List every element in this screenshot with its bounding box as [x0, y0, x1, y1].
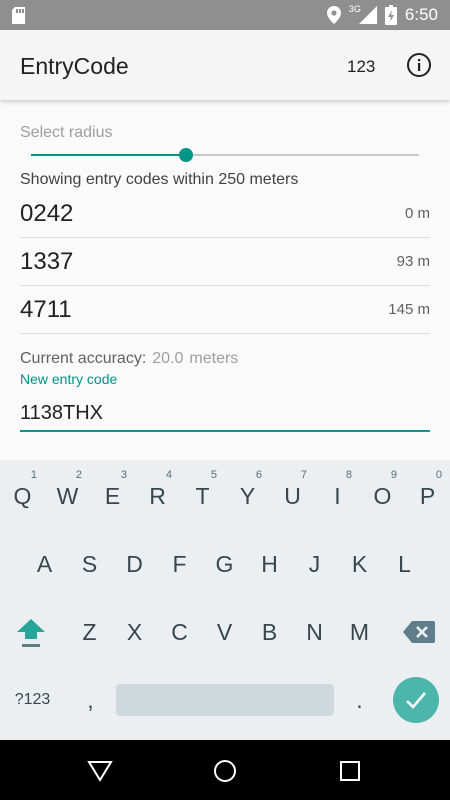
- key-s[interactable]: S: [67, 532, 112, 596]
- list-item[interactable]: 4711 145 m: [20, 286, 430, 334]
- key-a[interactable]: A: [22, 532, 67, 596]
- entry-distance: 93 m: [396, 253, 430, 270]
- shift-key[interactable]: [8, 600, 53, 664]
- key-n[interactable]: N: [292, 600, 337, 664]
- entry-code: 0242: [20, 199, 74, 227]
- recent-apps-icon[interactable]: [337, 758, 363, 784]
- key-hint: 7: [300, 469, 307, 481]
- key-hint: 4: [165, 469, 172, 481]
- location-icon: [326, 6, 341, 24]
- accuracy-unit: meters: [189, 350, 239, 367]
- slider-fill: [31, 154, 187, 156]
- key-c[interactable]: C: [157, 600, 202, 664]
- key-j[interactable]: J: [292, 532, 337, 596]
- app-bar: EntryCode 123: [0, 30, 450, 100]
- main-content: Select radius Showing entry codes within…: [0, 100, 450, 460]
- symbols-key[interactable]: ?123: [10, 668, 55, 732]
- radius-slider[interactable]: [31, 146, 419, 164]
- key-d[interactable]: D: [112, 532, 157, 596]
- app-title: EntryCode: [20, 53, 129, 79]
- entry-distance: 0 m: [404, 205, 430, 222]
- list-item[interactable]: 1337 93 m: [20, 238, 430, 286]
- key-hint: 6: [255, 469, 262, 481]
- key-u[interactable]: U7: [270, 464, 315, 528]
- key-label: T: [195, 483, 210, 509]
- entry-code-list: 0242 0 m 1337 93 m 4711 145 m: [20, 190, 430, 334]
- space-bar[interactable]: [116, 684, 334, 716]
- key-label: U: [284, 483, 301, 509]
- backspace-key[interactable]: [396, 600, 441, 664]
- key-label: P: [419, 483, 436, 509]
- status-bar: 3G 6:50: [0, 0, 450, 30]
- key-i[interactable]: I8: [315, 464, 360, 528]
- radius-label: Select radius: [20, 124, 113, 141]
- key-q[interactable]: Q1: [0, 464, 45, 528]
- new-entry-code-input[interactable]: [20, 396, 430, 432]
- key-hint: 1: [30, 469, 37, 481]
- soft-keyboard: Q1 W2 E3 R4 T5 Y6 U7 I8 O9 P0 A S D F G …: [0, 460, 450, 740]
- entry-code: 4711: [20, 295, 72, 323]
- key-f[interactable]: F: [157, 532, 202, 596]
- accuracy-readout: Current accuracy: 20.0 meters: [20, 350, 238, 368]
- key-r[interactable]: R4: [135, 464, 180, 528]
- key-x[interactable]: X: [112, 600, 157, 664]
- slider-thumb[interactable]: [179, 148, 194, 162]
- key-y[interactable]: Y6: [225, 464, 270, 528]
- entry-code: 1337: [20, 247, 74, 275]
- key-g[interactable]: G: [202, 532, 247, 596]
- period-key[interactable]: .: [337, 668, 382, 732]
- key-p[interactable]: P0: [405, 464, 450, 528]
- key-label: Y: [239, 483, 256, 509]
- new-entry-label: New entry code: [20, 371, 118, 387]
- battery-charging-icon: [384, 5, 397, 25]
- shift-arrow-icon: [17, 619, 45, 647]
- key-t[interactable]: T5: [180, 464, 225, 528]
- sd-card-icon: [12, 7, 25, 24]
- keyboard-row-2: A S D F G H J K L: [0, 532, 450, 596]
- cell-signal-icon: 3G: [349, 4, 377, 24]
- key-hint: 0: [435, 469, 442, 481]
- comma-key[interactable]: ,: [68, 668, 113, 732]
- key-label: I: [334, 483, 341, 509]
- check-icon: [406, 692, 426, 709]
- keyboard-row-3: Z X C V B N M: [0, 600, 450, 664]
- key-hint: 2: [75, 469, 82, 481]
- accuracy-value: 20.0: [152, 350, 184, 367]
- keyboard-row-1: Q1 W2 E3 R4 T5 Y6 U7 I8 O9 P0: [0, 464, 450, 528]
- key-k[interactable]: K: [337, 532, 382, 596]
- key-l[interactable]: L: [382, 532, 427, 596]
- key-b[interactable]: B: [247, 600, 292, 664]
- key-m[interactable]: M: [337, 600, 382, 664]
- accuracy-label: Current accuracy:: [20, 350, 147, 367]
- key-label: O: [373, 483, 392, 509]
- radius-summary: Showing entry codes within 250 meters: [20, 171, 299, 188]
- keypad-mode-button[interactable]: 123: [347, 57, 375, 77]
- clock: 6:50: [404, 5, 438, 24]
- key-e[interactable]: E3: [90, 464, 135, 528]
- entry-distance: 145 m: [388, 301, 430, 318]
- key-label: Q: [13, 483, 32, 509]
- enter-key[interactable]: [393, 677, 439, 723]
- key-w[interactable]: W2: [45, 464, 90, 528]
- key-label: R: [149, 483, 166, 509]
- key-o[interactable]: O9: [360, 464, 405, 528]
- key-hint: 5: [210, 469, 217, 481]
- key-label: E: [104, 483, 121, 509]
- backspace-icon: [403, 621, 435, 643]
- back-icon[interactable]: [87, 758, 113, 784]
- key-v[interactable]: V: [202, 600, 247, 664]
- key-z[interactable]: Z: [67, 600, 112, 664]
- key-hint: 3: [120, 469, 127, 481]
- list-item[interactable]: 0242 0 m: [20, 190, 430, 238]
- home-icon[interactable]: [212, 758, 238, 784]
- key-h[interactable]: H: [247, 532, 292, 596]
- key-hint: 8: [345, 469, 352, 481]
- navigation-bar: [0, 740, 450, 800]
- key-label: W: [56, 483, 79, 509]
- key-hint: 9: [390, 469, 397, 481]
- info-icon[interactable]: [406, 52, 432, 78]
